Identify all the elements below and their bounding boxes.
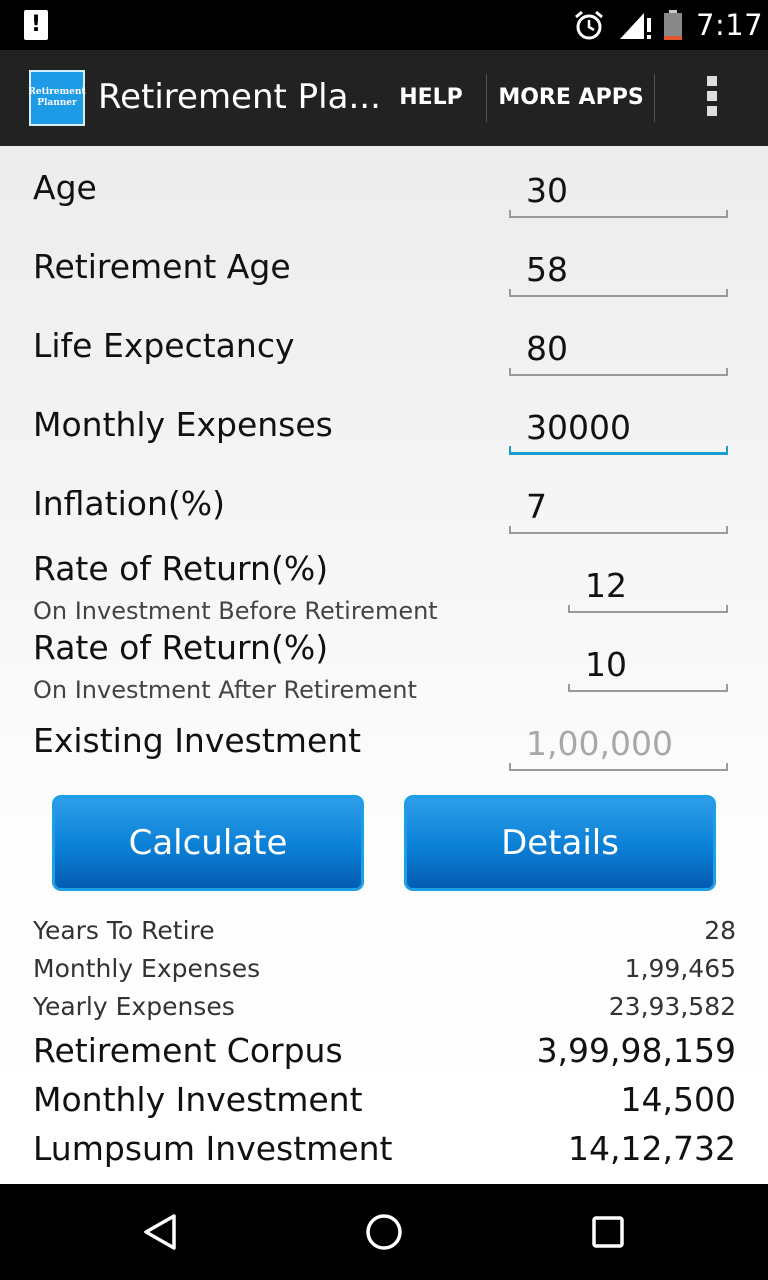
life-expectancy-value: 80 — [526, 329, 568, 368]
monthly-investment-label: Monthly Investment — [33, 1080, 363, 1119]
app-icon-text-line1: Retirement — [28, 87, 86, 97]
inflation-label: Inflation(%) — [33, 484, 225, 523]
retirement-age-value: 58 — [526, 250, 568, 289]
battery-icon — [664, 10, 682, 40]
yearly-expenses-label: Yearly Expenses — [33, 992, 235, 1021]
ror-after-value: 10 — [585, 645, 627, 684]
monthly-investment-value: 14,500 — [620, 1080, 736, 1119]
more-apps-button[interactable]: MORE APPS — [494, 50, 648, 146]
lumpsum-investment-value: 14,12,732 — [568, 1129, 736, 1168]
app-title: Retirement Pla... — [98, 77, 381, 117]
life-expectancy-input[interactable]: 80 — [509, 324, 728, 376]
age-label: Age — [33, 168, 97, 207]
result-monthly-expenses-value: 1,99,465 — [624, 954, 736, 983]
years-to-retire-value: 28 — [704, 916, 736, 945]
calculator-form: Age 30 Retirement Age 58 Life Expectancy… — [0, 146, 768, 1184]
home-icon[interactable] — [364, 1212, 404, 1252]
calculate-button[interactable]: Calculate — [52, 795, 364, 891]
retirement-age-input[interactable]: 58 — [509, 245, 728, 297]
existing-investment-label: Existing Investment — [33, 721, 362, 760]
navigation-bar — [0, 1184, 768, 1280]
monthly-expenses-value: 30000 — [526, 408, 631, 447]
ror-before-label: Rate of Return(%) — [33, 549, 329, 588]
inflation-value: 7 — [526, 487, 547, 526]
app-logo-icon[interactable]: Retirement Planner — [28, 70, 86, 126]
retirement-corpus-value: 3,99,98,159 — [536, 1031, 736, 1070]
existing-investment-input[interactable]: 1,00,000 — [509, 719, 728, 771]
age-value: 30 — [526, 171, 568, 210]
divider — [654, 74, 655, 122]
years-to-retire-label: Years To Retire — [33, 916, 215, 945]
alert-icon: ! — [24, 10, 48, 40]
yearly-expenses-value: 23,93,582 — [608, 992, 736, 1021]
lumpsum-investment-label: Lumpsum Investment — [33, 1129, 393, 1168]
ror-after-sublabel: On Investment After Retirement — [33, 676, 417, 704]
details-button[interactable]: Details — [404, 795, 716, 891]
monthly-expenses-input[interactable]: 30000 — [509, 403, 728, 455]
back-icon[interactable] — [140, 1212, 180, 1252]
existing-investment-placeholder: 1,00,000 — [526, 724, 673, 763]
help-button[interactable]: HELP — [386, 50, 476, 146]
ror-after-input[interactable]: 10 — [568, 640, 728, 692]
alarm-clock-icon — [575, 10, 603, 40]
app-icon-text-line2: Planner — [37, 98, 77, 108]
retirement-age-label: Retirement Age — [33, 247, 291, 286]
age-input[interactable]: 30 — [509, 166, 728, 218]
ror-before-input[interactable]: 12 — [568, 561, 728, 613]
action-bar: Retirement Planner Retirement Pla... HEL… — [0, 50, 768, 146]
inflation-input[interactable]: 7 — [509, 482, 728, 534]
ror-before-sublabel: On Investment Before Retirement — [33, 597, 438, 625]
recents-icon[interactable] — [588, 1212, 628, 1252]
retirement-corpus-label: Retirement Corpus — [33, 1031, 343, 1070]
result-monthly-expenses-label: Monthly Expenses — [33, 954, 261, 983]
clock-time: 7:17 — [696, 8, 764, 42]
divider — [486, 74, 487, 122]
life-expectancy-label: Life Expectancy — [33, 326, 295, 365]
ror-after-label: Rate of Return(%) — [33, 628, 329, 667]
status-bar: ! 7:17 — [0, 0, 768, 50]
ror-before-value: 12 — [585, 566, 627, 605]
overflow-menu-icon[interactable] — [696, 76, 728, 120]
signal-icon — [620, 13, 651, 39]
monthly-expenses-label: Monthly Expenses — [33, 405, 333, 444]
